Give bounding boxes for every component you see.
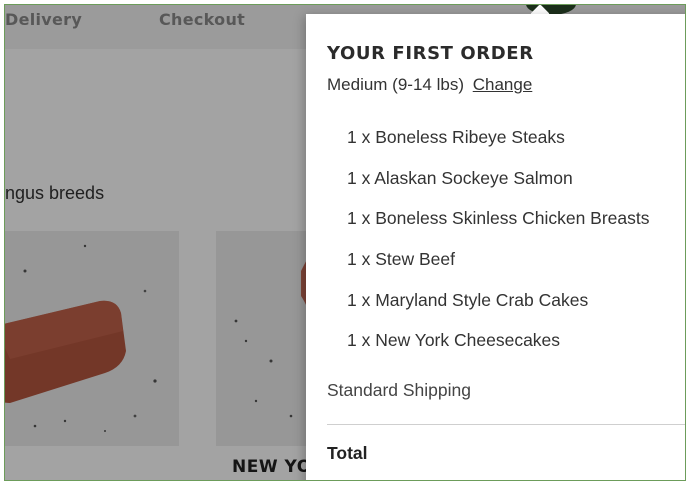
order-item: 1 x New York Cheesecakes xyxy=(347,330,561,351)
order-item: 1 x Maryland Style Crab Cakes xyxy=(347,289,589,310)
app-frame: Delivery Checkout ngus breeds NEW YO YOU… xyxy=(4,4,686,481)
change-size-link[interactable]: Change xyxy=(473,75,533,94)
order-title: YOUR FIRST ORDER xyxy=(327,43,534,64)
order-summary-panel: YOUR FIRST ORDER Medium (9-14 lbs) Chang… xyxy=(306,14,685,480)
order-item: 1 x Alaskan Sockeye Salmon xyxy=(347,167,573,188)
box-size-label: Medium (9-14 lbs) xyxy=(327,75,464,94)
order-item: 1 x Boneless Skinless Chicken Breasts xyxy=(347,208,650,229)
total-label: Total xyxy=(327,443,368,463)
box-size-row: Medium (9-14 lbs) Change xyxy=(327,75,532,95)
order-item: 1 x Boneless Ribeye Steaks xyxy=(347,127,565,147)
order-items-list: 1 x Boneless Ribeye Steaks 1 x Alaskan S… xyxy=(347,127,650,371)
order-item: 1 x Stew Beef xyxy=(347,249,455,270)
divider xyxy=(327,424,685,425)
shipping-label: Standard Shipping xyxy=(327,380,471,400)
